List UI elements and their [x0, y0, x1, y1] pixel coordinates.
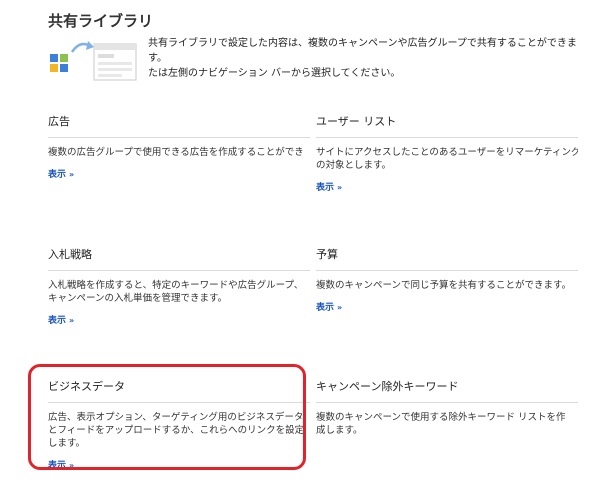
- card-user-lists: ユーザー リスト サイトにアクセスしたことのあるユーザーをリマーケティング の対…: [316, 113, 578, 194]
- card-business-data: ビジネスデータ 広告、表示オプション、ターゲティング用のビジネスデータ とフィー…: [48, 378, 310, 472]
- card-description: 複数のキャンペーンで使用する除外キーワード リストを作 成します。: [316, 411, 578, 437]
- double-chevron-right-icon: »: [69, 316, 75, 325]
- card-description-line: 成します。: [316, 425, 363, 436]
- card-description-line: 入札戦略を作成すると、特定のキーワードや広告グループ、: [48, 280, 304, 291]
- card-description: 入札戦略を作成すると、特定のキーワードや広告グループ、 キャンペーンの入札単価を…: [48, 279, 310, 305]
- card-description: 複数のキャンペーンで同じ予算を共有することができます。: [316, 279, 578, 292]
- card-title: ビジネスデータ: [48, 378, 310, 403]
- link-label: 表示: [316, 183, 335, 193]
- double-chevron-right-icon: »: [69, 461, 75, 470]
- double-chevron-right-icon: »: [69, 170, 75, 179]
- card-title: 予算: [316, 246, 578, 271]
- card-description-line: 複数のキャンペーンで使用する除外キーワード リストを作: [316, 412, 566, 423]
- card-title: ユーザー リスト: [316, 113, 578, 138]
- link-label: 表示: [48, 170, 67, 180]
- double-chevron-right-icon: »: [337, 183, 343, 192]
- card-description: サイトにアクセスしたことのあるユーザーをリマーケティング の対象とします。: [316, 146, 578, 172]
- card-budgets: 予算 複数のキャンペーンで同じ予算を共有することができます。 表示»: [316, 246, 578, 314]
- card-description: 複数の広告グループで使用できる広告を作成することができ: [48, 146, 310, 159]
- card-description-line: 複数のキャンペーンで同じ予算を共有することができます。: [316, 280, 572, 291]
- card-description-line: 複数の広告グループで使用できる広告を作成することができ: [48, 147, 304, 158]
- card-description-line: の対象とします。: [316, 160, 392, 171]
- card-title: 広告: [48, 113, 310, 138]
- card-title: 入札戦略: [48, 246, 310, 271]
- shared-library-illustration-icon: [50, 41, 137, 81]
- card-description: 広告、表示オプション、ターゲティング用のビジネスデータ とフィードをアップロード…: [48, 411, 310, 450]
- view-ads-link[interactable]: 表示»: [48, 167, 74, 180]
- card-ads: 広告 複数の広告グループで使用できる広告を作成することができ 表示»: [48, 113, 310, 181]
- card-title: キャンペーン除外キーワード: [316, 378, 578, 403]
- card-description-line: します。: [48, 438, 86, 449]
- link-label: 表示: [48, 316, 67, 326]
- card-negative-keywords: キャンペーン除外キーワード 複数のキャンペーンで使用する除外キーワード リストを…: [316, 378, 578, 437]
- card-description-line: サイトにアクセスしたことのあるユーザーをリマーケティング: [316, 147, 578, 158]
- link-label: 表示: [316, 303, 335, 313]
- view-user-lists-link[interactable]: 表示»: [316, 180, 342, 193]
- card-description-line: とフィードをアップロードするか、これらへのリンクを設定: [48, 425, 305, 436]
- view-bid-strategies-link[interactable]: 表示»: [48, 313, 74, 326]
- link-label: 表示: [48, 461, 67, 471]
- intro-text: 共有ライブラリで設定した内容は、複数のキャンペーンや広告グループで共有することが…: [148, 36, 588, 81]
- card-description-line: 広告、表示オプション、ターゲティング用のビジネスデータ: [48, 412, 304, 423]
- view-business-data-link[interactable]: 表示»: [48, 458, 74, 471]
- page-title: 共有ライブラリ: [48, 12, 154, 30]
- double-chevron-right-icon: »: [337, 303, 343, 312]
- card-bid-strategies: 入札戦略 入札戦略を作成すると、特定のキーワードや広告グループ、 キャンペーンの…: [48, 246, 310, 327]
- intro-text-line: 共有ライブラリで設定した内容は、複数のキャンペーンや広告グループで共有することが…: [148, 38, 577, 64]
- intro-text-line: たは左側のナビゲーション バーから選択してください。: [148, 68, 401, 79]
- card-description-line: キャンペーンの入札単価を管理できます。: [48, 293, 228, 304]
- view-budgets-link[interactable]: 表示»: [316, 300, 342, 313]
